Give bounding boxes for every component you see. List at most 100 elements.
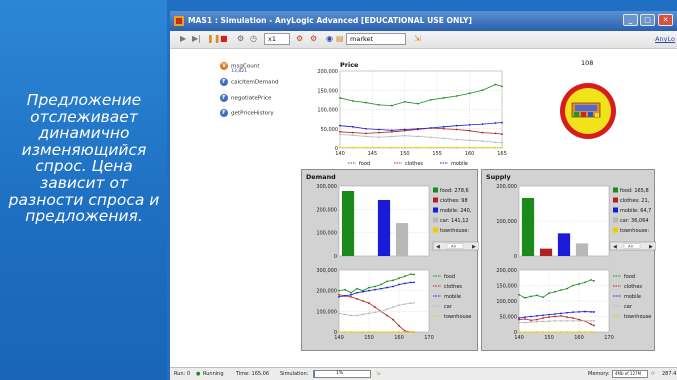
price-point-townhouse <box>390 146 393 149</box>
price-ytick: 100,000 <box>317 108 338 114</box>
price-point-food <box>339 97 341 99</box>
price-point-car <box>403 134 406 137</box>
anylogic-link[interactable]: AnyLo <box>655 35 675 43</box>
supply-line-ytick: 200,000 <box>496 268 517 274</box>
price-point-mobile <box>481 123 484 126</box>
price-legend-food: food <box>359 161 370 167</box>
pointer-icon[interactable]: ⇲ <box>414 34 421 43</box>
price-point-food <box>455 95 458 97</box>
demand-line-point-clothes <box>356 298 358 300</box>
search-field[interactable]: market <box>346 33 406 45</box>
price-legend-clothes: clothes <box>405 161 423 167</box>
price-ytick: 150,000 <box>317 88 338 94</box>
minimize-button[interactable]: _ <box>623 14 638 26</box>
status-pointer-icon: ⇲ <box>376 371 381 377</box>
supply-line-point-food <box>572 284 574 287</box>
supply-line-point-mobile <box>548 313 550 316</box>
supply-bar-legend-swatch <box>613 187 618 193</box>
close-button[interactable]: ✕ <box>658 14 673 26</box>
price-point-food <box>442 97 445 99</box>
price-point-mobile <box>468 124 471 126</box>
slide-caption: Предложение отслеживает динамично изменя… <box>8 91 160 226</box>
faster-icon[interactable]: ⚙ <box>296 34 303 43</box>
price-point-food <box>494 83 497 86</box>
supply-bar-legend-swatch <box>613 217 618 223</box>
getpricehistory-function[interactable]: FgetPriceHistory <box>220 109 274 117</box>
supply-line-point-food <box>548 292 550 295</box>
price-point-mobile <box>403 128 406 131</box>
gc-icon[interactable]: ⟳ <box>651 371 655 377</box>
price-point-food <box>390 104 393 107</box>
price-point-car <box>416 135 419 138</box>
supply-bar-legend-swatch <box>613 197 618 203</box>
demand-scroll-left-icon: ◀ <box>436 244 440 250</box>
price-point-clothes <box>339 130 341 133</box>
window-title: MAS1 : Simulation - AnyLogic Advanced [E… <box>188 16 472 25</box>
demand-line-point-mobile <box>404 282 406 285</box>
price-point-car <box>352 134 354 137</box>
supply-bar-ytick: 100,000 <box>496 219 517 225</box>
demand-line-point-mobile <box>350 293 352 296</box>
fastest-icon[interactable]: ⚙ <box>310 34 317 43</box>
navigate-icon[interactable]: ◉ <box>326 34 333 43</box>
memory-value: 4Mb of 127M <box>615 371 642 376</box>
demand-line-point-townhouse <box>338 331 340 333</box>
price-point-clothes <box>390 130 393 133</box>
demand-line-ytick: 200,000 <box>316 289 337 295</box>
stop-icon[interactable]: ■ <box>220 34 228 43</box>
msgcount-variable[interactable]: VmsgCount 13,821 <box>220 62 260 74</box>
demand-bar-legend-swatch <box>433 227 438 233</box>
demand-bar-legend-townhouse: townhouse: <box>440 228 469 234</box>
demand-line-point-mobile <box>398 283 400 286</box>
negotiateprice-function[interactable]: FnegotiatePrice <box>220 94 271 102</box>
demand-line-point-mobile <box>356 291 358 294</box>
demand-line-point-townhouse <box>344 331 346 333</box>
speed-field[interactable]: x1 <box>264 33 290 45</box>
demand-line-point-clothes <box>338 293 340 296</box>
supply-bar-clothes <box>539 248 553 256</box>
price-point-townhouse <box>429 146 432 149</box>
demand-line-point-car <box>374 311 376 314</box>
demand-line-point-food <box>350 291 352 294</box>
supply-line-xtick: 140 <box>514 335 524 341</box>
supply-line-point-food <box>524 297 526 299</box>
supply-line-point-townhouse <box>578 331 580 333</box>
supply-line-point-clothes <box>572 317 574 319</box>
price-chart: Price 200,000150,000100,00050,0000140 145… <box>317 61 506 176</box>
supply-line-point-food <box>578 283 580 285</box>
price-point-clothes <box>455 128 458 131</box>
calcitemdemand-function[interactable]: FcalcItemDemand <box>220 78 279 86</box>
price-point-townhouse <box>468 146 471 149</box>
clock-icon[interactable]: ◷ <box>250 34 257 43</box>
step-icon[interactable]: ▶| <box>192 34 201 43</box>
supply-line-ytick: 150,000 <box>496 284 517 290</box>
demand-line-point-food <box>398 277 400 280</box>
demand-line-point-car <box>380 310 382 313</box>
run-icon[interactable]: ▶ <box>180 34 186 43</box>
slide-left-panel: Предложение отслеживает динамично изменя… <box>0 0 167 380</box>
price-point-mobile <box>339 124 341 127</box>
demand-line-legend-clothes: clothes <box>444 284 462 290</box>
demand-line-point-townhouse <box>386 331 388 333</box>
folder-icon[interactable]: ▤ <box>336 34 344 43</box>
price-xtick: 140 <box>335 151 345 157</box>
supply-line-point-mobile <box>566 311 568 314</box>
slow-icon[interactable]: ⚙ <box>237 34 244 43</box>
supply-line-point-clothes <box>542 317 544 319</box>
maximize-button[interactable]: □ <box>640 14 655 26</box>
supply-line-point-car <box>593 319 595 322</box>
supply-line-point-food <box>554 290 556 293</box>
price-point-mobile <box>390 129 393 132</box>
demand-line-point-townhouse <box>413 331 415 333</box>
function-icon: F <box>220 78 228 86</box>
supply-line-point-car <box>560 319 562 322</box>
demand-charts: 300,000 200,000 100,000 0 food: 278,6 clothes… <box>316 184 479 341</box>
supply-line-legend-car: car <box>624 304 633 310</box>
pause-icon[interactable]: ❚❚ <box>207 34 220 43</box>
supply-line-point-clothes <box>536 318 538 321</box>
market-agent-icon[interactable] <box>558 81 618 141</box>
time-label: Time: 165.06 <box>236 371 270 377</box>
demand-line-point-car <box>368 312 370 315</box>
demand-line-point-mobile <box>392 285 394 288</box>
demand-line-plot-area <box>338 269 430 333</box>
